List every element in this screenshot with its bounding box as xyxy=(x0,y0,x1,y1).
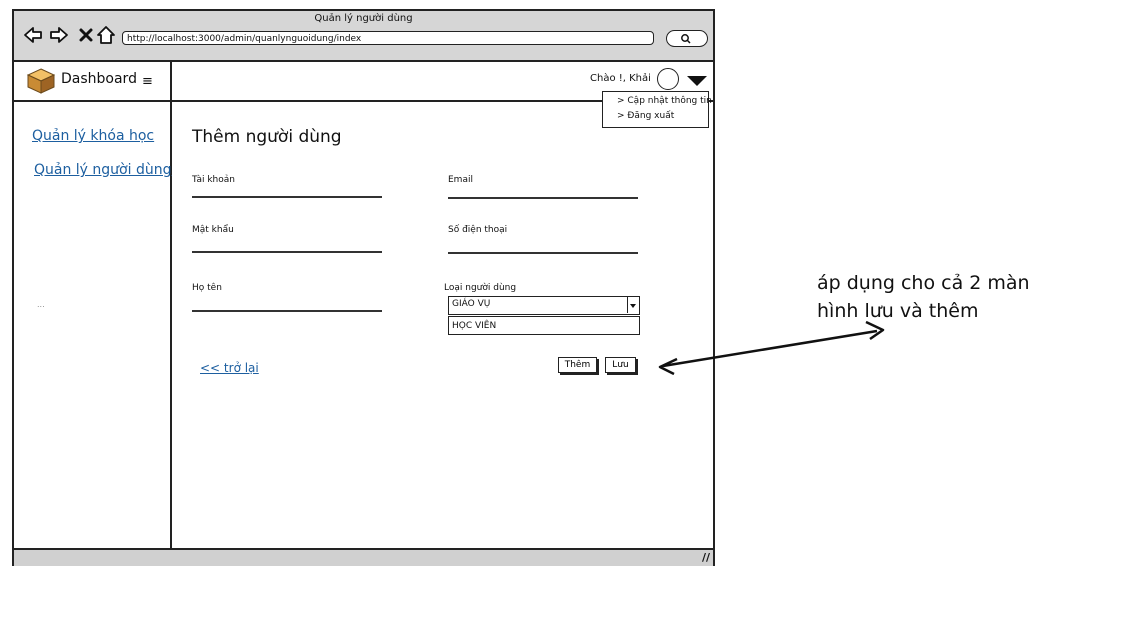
user-type-option-label: HỌC VIÊN xyxy=(452,321,497,331)
user-type-label: Loại người dùng xyxy=(444,283,517,293)
status-bar: // xyxy=(14,548,713,566)
back-arrow-icon[interactable] xyxy=(23,25,43,45)
annotation-note: áp dụng cho cả 2 màn hình lưu và thêm xyxy=(817,272,1030,322)
greeting: Chào !, Khải xyxy=(590,73,651,84)
sidebar-brand[interactable]: Dashboard ≡ xyxy=(14,62,170,102)
sidebar-item-users[interactable]: Quản lý người dùng xyxy=(34,162,171,178)
forward-arrow-icon[interactable] xyxy=(49,25,69,45)
add-button[interactable]: Thêm xyxy=(558,357,597,373)
address-bar[interactable]: http://localhost:3000/admin/quanlynguoid… xyxy=(122,31,654,45)
box-logo-icon xyxy=(26,68,56,94)
search-box[interactable] xyxy=(666,30,708,47)
phone-field[interactable] xyxy=(448,252,638,254)
menu-item-update-info[interactable]: > Cập nhật thông tin xyxy=(617,96,712,106)
resize-grip-icon[interactable]: // xyxy=(702,551,710,564)
user-dropdown-menu: > Cập nhật thông tin > Đăng xuất xyxy=(602,91,712,128)
phone-label: Số điện thoại xyxy=(448,225,508,235)
hamburger-menu-icon[interactable]: ≡ xyxy=(142,74,153,89)
home-icon[interactable] xyxy=(96,25,116,45)
menu-item-logout[interactable]: > Đăng xuất xyxy=(617,111,674,121)
fullname-field[interactable] xyxy=(192,310,382,312)
close-x-icon[interactable] xyxy=(76,25,96,45)
chevron-down-icon[interactable] xyxy=(627,297,639,313)
annotation-arrow-icon xyxy=(658,320,885,375)
email-field[interactable] xyxy=(448,197,638,199)
window-title: Quản lý người dùng xyxy=(314,13,413,24)
fullname-label: Họ tên xyxy=(192,283,222,293)
browser-titlebar: Quản lý người dùng http://localhost:3000… xyxy=(14,11,713,62)
save-button[interactable]: Lưu xyxy=(605,357,636,373)
password-label: Mật khẩu xyxy=(192,225,234,235)
account-label: Tài khoản xyxy=(192,175,235,185)
user-type-option[interactable]: HỌC VIÊN xyxy=(448,316,640,335)
avatar[interactable] xyxy=(657,68,679,90)
sidebar-item-courses[interactable]: Quản lý khóa học xyxy=(32,128,154,144)
password-field[interactable] xyxy=(192,251,382,253)
back-link[interactable]: << trở lại xyxy=(200,361,259,375)
account-field[interactable] xyxy=(192,196,382,198)
email-label: Email xyxy=(448,175,473,185)
user-type-select[interactable]: GIÁO VỤ xyxy=(448,296,640,315)
user-type-selected: GIÁO VỤ xyxy=(452,299,491,309)
brand-label: Dashboard xyxy=(61,71,137,87)
caret-down-icon[interactable] xyxy=(687,76,707,86)
sidebar-footnote: ... xyxy=(37,300,45,309)
search-icon xyxy=(681,34,691,44)
page-title: Thêm người dùng xyxy=(192,127,342,147)
